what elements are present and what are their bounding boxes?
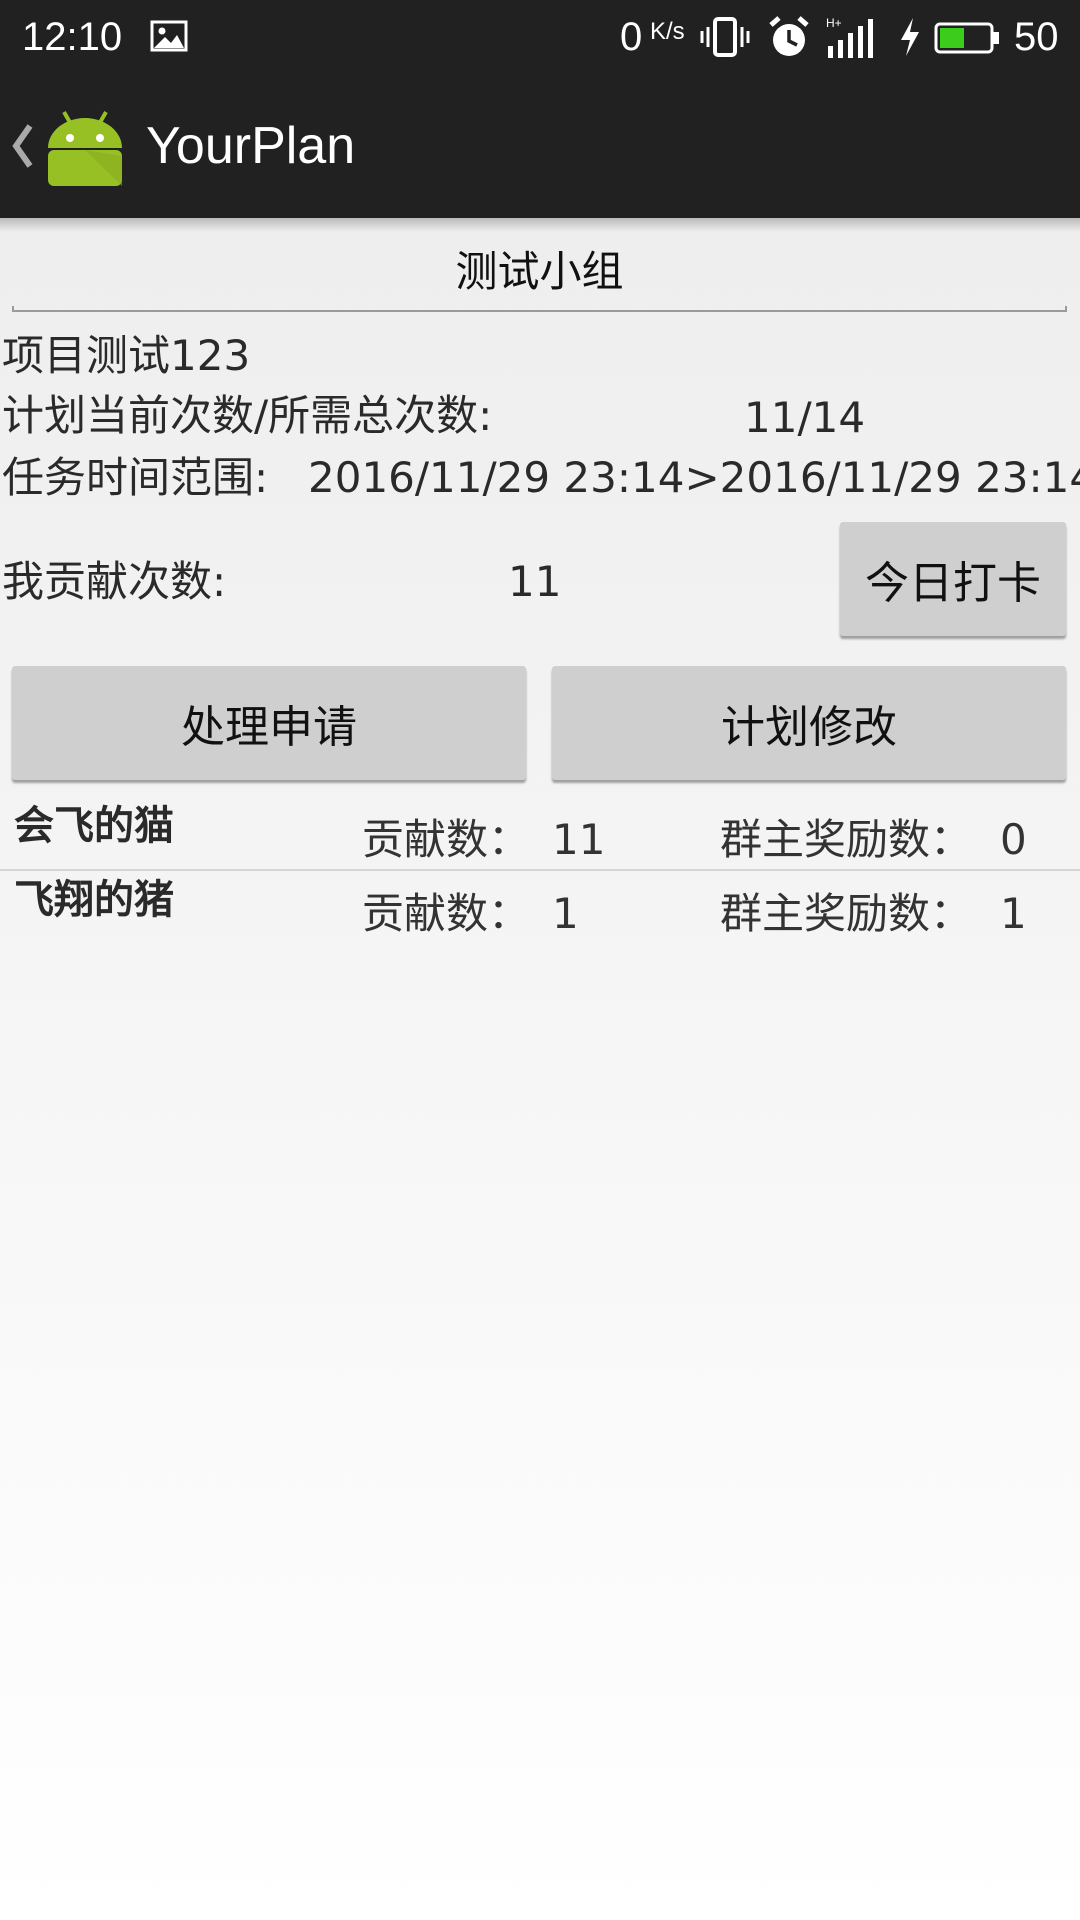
member-name: 会飞的猫 <box>14 803 174 849</box>
charging-icon <box>898 16 922 58</box>
my-contribution-value: 11 <box>508 557 562 606</box>
battery-percent: 50 <box>1014 15 1059 59</box>
android-icon[interactable] <box>44 106 126 188</box>
member-row[interactable]: 会飞的猫 贡献数： 11 群主奖励数： 0 <box>0 796 1080 870</box>
net-speed: 0 <box>620 15 643 59</box>
status-bar: 12:10 0 K/s H+ 50 <box>0 0 1080 74</box>
contribution-value: 11 <box>552 815 606 864</box>
battery-icon <box>934 22 1000 54</box>
handle-requests-button[interactable]: 处理申请 <box>12 666 526 780</box>
member-row[interactable]: 飞翔的猪 贡献数： 1 群主奖励数： 1 <box>0 870 1080 944</box>
my-contribution-label: 我贡献次数: <box>2 557 227 606</box>
contribution-value: 1 <box>552 889 579 938</box>
action-bar-shadow <box>0 218 1080 232</box>
status-time: 12:10 <box>22 15 123 59</box>
progress-value: 11/14 <box>744 393 866 442</box>
reward-label: 群主奖励数： <box>720 889 973 938</box>
group-name: 测试小组 <box>455 247 624 296</box>
vibrate-icon <box>700 17 750 57</box>
back-icon[interactable] <box>10 118 36 174</box>
net-speed-unit: K/s <box>650 18 685 45</box>
alarm-icon <box>768 15 810 59</box>
edit-plan-button[interactable]: 计划修改 <box>552 666 1066 780</box>
time-range-label: 任务时间范围: <box>2 453 269 502</box>
reward-label: 群主奖励数： <box>720 815 973 864</box>
image-icon <box>150 20 188 52</box>
contribution-label: 贡献数： <box>362 889 531 938</box>
checkin-button[interactable]: 今日打卡 <box>840 522 1066 636</box>
svg-text:H+: H+ <box>826 16 842 30</box>
reward-value: 0 <box>1000 815 1027 864</box>
app-title: YourPlan <box>146 117 356 175</box>
signal-icon: H+ <box>826 16 882 58</box>
action-bar: YourPlan <box>0 74 1080 218</box>
reward-value: 1 <box>1000 889 1027 938</box>
progress-label: 计划当前次数/所需总次数: <box>2 391 493 440</box>
time-range-value: 2016/11/29 23:14>2016/11/29 23:14 <box>308 453 1080 502</box>
contribution-label: 贡献数： <box>362 815 531 864</box>
member-name: 飞翔的猪 <box>14 877 174 923</box>
group-name-underline <box>12 306 1067 312</box>
project-name: 项目测试123 <box>2 331 251 380</box>
